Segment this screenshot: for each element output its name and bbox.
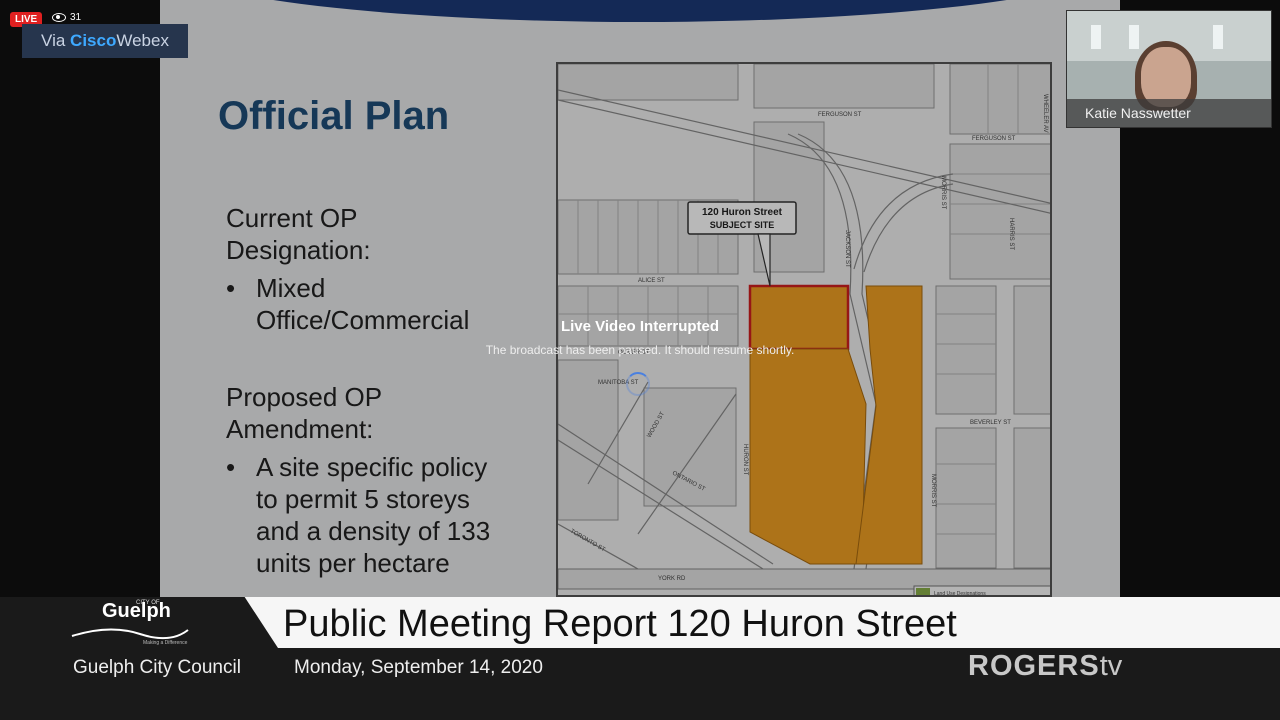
ceiling-light — [1213, 25, 1223, 49]
webex-brand-webex: Webex — [116, 31, 169, 50]
interruption-message: The broadcast has been paused. It should… — [485, 343, 795, 357]
interruption-title: Live Video Interrupted — [560, 318, 720, 335]
loading-spinner-icon — [626, 372, 650, 396]
viewer-count: 31 — [52, 12, 81, 23]
presenter-name: Katie Nasswetter — [1067, 99, 1271, 127]
meeting-date: Monday, September 14, 2020 — [294, 657, 543, 678]
network-logo: ROGERStv — [968, 650, 1122, 683]
webex-brand-cisco: Cisco — [70, 31, 117, 50]
meeting-title: Public Meeting Report 120 Huron Street — [283, 603, 957, 645]
video-stage[interactable]: Official Plan Current OP Designation: Mi… — [0, 0, 1280, 597]
council-label: Guelph City Council — [73, 657, 241, 678]
ceiling-light — [1129, 25, 1139, 49]
interruption-notice: Live Video Interrupted The broadcast has… — [400, 318, 880, 357]
ceiling-light — [1091, 25, 1101, 49]
network-logo-secondary: tv — [1099, 650, 1123, 682]
presenter-video[interactable]: Katie Nasswetter — [1066, 10, 1272, 128]
webex-prefix: Via — [41, 31, 71, 50]
eye-icon — [52, 13, 66, 22]
presenter-face — [1141, 47, 1191, 107]
viewer-count-value: 31 — [70, 12, 82, 23]
city-logo: Guelph — [102, 600, 171, 622]
logo-tagline: Making a Difference — [143, 640, 188, 646]
webex-banner: Via Cisco Webex — [22, 24, 188, 58]
network-logo-primary: ROGERS — [968, 650, 1100, 682]
